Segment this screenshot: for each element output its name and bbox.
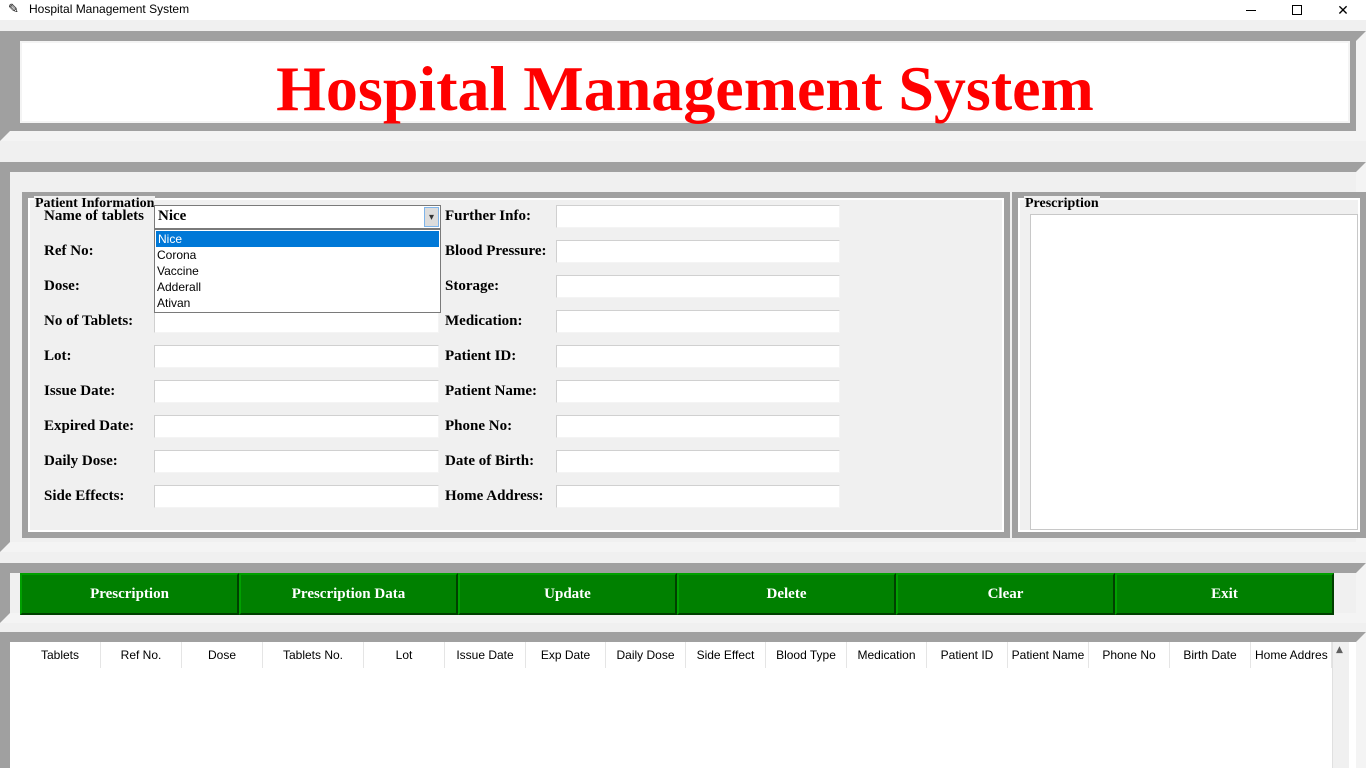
tablets-combobox[interactable]: Nice ▾ — [154, 205, 441, 229]
header-panel: Hospital Management System — [20, 41, 1350, 123]
home-address-field[interactable] — [556, 485, 840, 508]
lot-label: Lot: — [44, 348, 72, 364]
feather-icon: ✎ — [8, 1, 19, 16]
column-header-phone-no[interactable]: Phone No — [1089, 642, 1170, 668]
dropdown-option-corona[interactable]: Corona — [155, 247, 440, 263]
prescription-frame-label: Prescription — [1024, 196, 1100, 212]
table-vertical-scrollbar[interactable]: ▲ — [1332, 642, 1349, 768]
medication-label: Medication: — [445, 313, 523, 329]
storage-field[interactable] — [556, 275, 840, 298]
issue-date-label: Issue Date: — [44, 383, 116, 399]
daily-dose-field[interactable] — [154, 450, 439, 473]
window-title: Hospital Management System — [29, 2, 190, 16]
medication-field[interactable] — [556, 310, 840, 333]
patient-id-field[interactable] — [556, 345, 840, 368]
column-header-side-effect[interactable]: Side Effect — [686, 642, 766, 668]
clear-button[interactable]: Clear — [896, 573, 1115, 615]
patient-id-label: Patient ID: — [445, 348, 517, 364]
column-header-tablets[interactable]: Tablets — [20, 642, 101, 668]
table-header: Tablets Ref No. Dose Tablets No. Lot Iss… — [20, 642, 1332, 668]
page-title: Hospital Management System — [276, 53, 1094, 124]
scroll-up-arrow-icon[interactable]: ▲ — [1336, 645, 1343, 655]
daily-dose-label: Daily Dose: — [44, 453, 118, 469]
column-header-patient-id[interactable]: Patient ID — [927, 642, 1008, 668]
expired-date-label: Expired Date: — [44, 418, 135, 434]
dropdown-option-adderall[interactable]: Adderall — [155, 279, 440, 295]
no-of-tablets-label: No of Tablets: — [44, 313, 134, 329]
further-info-field[interactable] — [556, 205, 840, 228]
storage-label: Storage: — [445, 278, 500, 294]
column-header-blood-type[interactable]: Blood Type — [766, 642, 847, 668]
patient-name-field[interactable] — [556, 380, 840, 403]
button-frame: Prescription Prescription Data Update De… — [0, 563, 1366, 623]
close-icon: ✕ — [1337, 1, 1349, 18]
delete-button[interactable]: Delete — [677, 573, 896, 615]
records-table-frame: Tablets Ref No. Dose Tablets No. Lot Iss… — [0, 632, 1366, 768]
column-header-ref-no[interactable]: Ref No. — [101, 642, 182, 668]
exit-button[interactable]: Exit — [1115, 573, 1334, 615]
no-of-tablets-field[interactable] — [154, 310, 439, 333]
update-button[interactable]: Update — [458, 573, 677, 615]
column-header-lot[interactable]: Lot — [364, 642, 445, 668]
column-header-home-address[interactable]: Home Addres — [1251, 642, 1332, 668]
minimize-icon — [1246, 9, 1256, 11]
issue-date-field[interactable] — [154, 380, 439, 403]
maximize-button[interactable] — [1274, 0, 1320, 20]
column-header-medication[interactable]: Medication — [847, 642, 927, 668]
header-frame: Hospital Management System — [0, 31, 1366, 141]
blood-pressure-field[interactable] — [556, 240, 840, 263]
lot-field[interactable] — [154, 345, 439, 368]
further-info-label: Further Info: — [445, 208, 531, 224]
prescription-button[interactable]: Prescription — [20, 573, 239, 615]
chevron-down-icon[interactable]: ▾ — [424, 207, 439, 227]
tablets-combobox-value: Nice — [158, 208, 187, 224]
column-header-birth-date[interactable]: Birth Date — [1170, 642, 1251, 668]
column-header-tablets-no[interactable]: Tablets No. — [263, 642, 364, 668]
maximize-icon — [1292, 5, 1302, 15]
name-of-tablets-label: Name of tablets — [44, 208, 144, 224]
column-header-daily-dose[interactable]: Daily Dose — [606, 642, 686, 668]
prescription-textbox[interactable] — [1030, 214, 1358, 530]
expired-date-field[interactable] — [154, 415, 439, 438]
dose-label: Dose: — [44, 278, 80, 294]
column-header-dose[interactable]: Dose — [182, 642, 263, 668]
tablets-dropdown-list: Nice Corona Vaccine Adderall Ativan — [154, 229, 441, 313]
dropdown-option-vaccine[interactable]: Vaccine — [155, 263, 440, 279]
column-header-exp-date[interactable]: Exp Date — [526, 642, 606, 668]
home-address-label: Home Address: — [445, 488, 544, 504]
patient-name-label: Patient Name: — [445, 383, 538, 399]
date-of-birth-label: Date of Birth: — [445, 453, 535, 469]
dropdown-option-ativan[interactable]: Ativan — [155, 295, 440, 311]
minimize-button[interactable] — [1228, 0, 1274, 20]
side-effects-label: Side Effects: — [44, 488, 125, 504]
phone-no-label: Phone No: — [445, 418, 513, 434]
prescription-frame: Prescription — [1012, 192, 1366, 538]
window-titlebar: ✎ Hospital Management System ✕ — [0, 0, 1366, 20]
prescription-data-button[interactable]: Prescription Data — [239, 573, 458, 615]
column-header-patient-name[interactable]: Patient Name — [1008, 642, 1089, 668]
side-effects-field[interactable] — [154, 485, 439, 508]
date-of-birth-field[interactable] — [556, 450, 840, 473]
close-button[interactable]: ✕ — [1320, 0, 1366, 20]
blood-pressure-label: Blood Pressure: — [445, 243, 547, 259]
column-header-issue-date[interactable]: Issue Date — [445, 642, 526, 668]
ref-no-label: Ref No: — [44, 243, 94, 259]
dropdown-option-nice[interactable]: Nice — [155, 230, 440, 248]
phone-no-field[interactable] — [556, 415, 840, 438]
